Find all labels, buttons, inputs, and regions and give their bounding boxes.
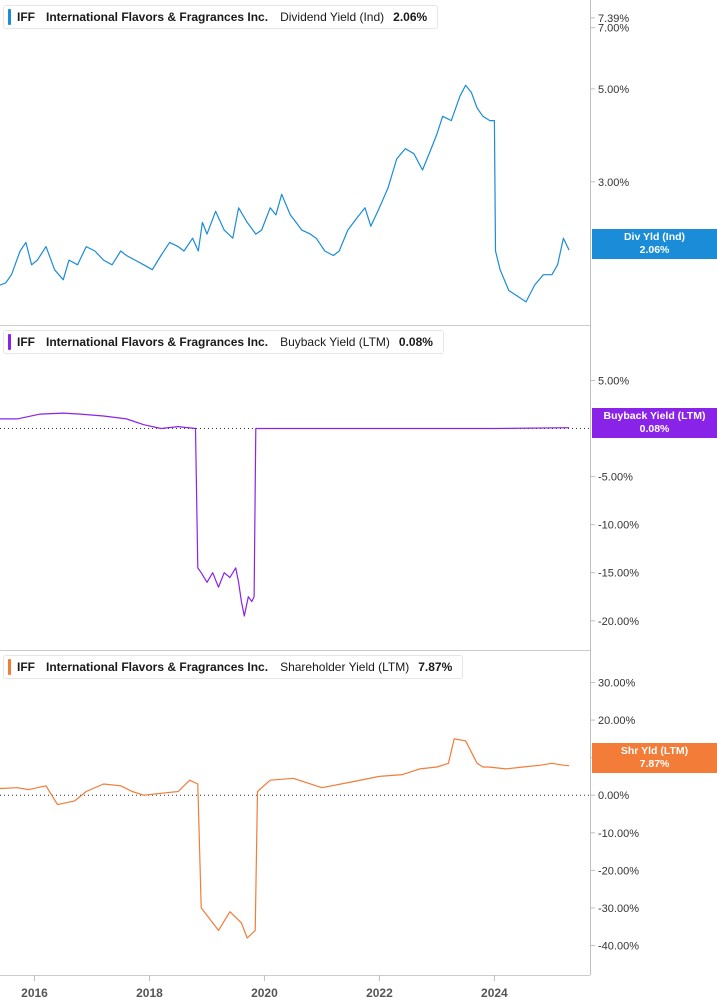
legend-value: 2.06% [393, 10, 428, 24]
shareholder-y-tick-label: -40.00% [598, 940, 639, 952]
legend-metric: Dividend Yield (Ind) [280, 10, 385, 24]
buyback-tag-label: Buyback Yield (LTM) [603, 410, 706, 422]
legend-company: International Flavors & Fragrances Inc. [46, 10, 269, 24]
legend-value: 7.87% [418, 660, 453, 674]
buyback-swatch [8, 334, 11, 350]
dividend-legend: IFF International Flavors & Fragrances I… [3, 5, 439, 29]
legend-company: International Flavors & Fragrances Inc. [46, 335, 269, 349]
shareholder-y-tick-label: -30.00% [598, 903, 639, 915]
dividend-value-tag: Div Yld (Ind) 2.06% [592, 229, 717, 259]
shareholder-series-line [0, 738, 570, 939]
legend-metric: Buyback Yield (LTM) [280, 335, 390, 349]
shareholder-legend: IFF International Flavors & Fragrances I… [3, 655, 464, 679]
x-tick-label: 2020 [251, 986, 278, 1000]
dividend-series-line [0, 84, 570, 303]
shareholder-y-tick-label: 20.00% [598, 715, 636, 727]
shareholder-y-tick-label: 30.00% [598, 678, 636, 690]
buyback-y-tick-label: -20.00% [598, 616, 639, 628]
dividend-y-tick-label: 5.00% [598, 84, 629, 96]
dividend-y-tick-label: 3.00% [598, 177, 629, 189]
buyback-value-tag: Buyback Yield (LTM) 0.08% [592, 408, 717, 438]
shareholder-y-tick-label: 0.00% [598, 790, 629, 802]
shareholder-tag-value: 7.87% [639, 758, 670, 770]
shareholder-y-tick-label: -20.00% [598, 865, 639, 877]
shareholder-y-tick-label: -10.00% [598, 828, 639, 840]
x-tick-label: 2016 [21, 986, 48, 1000]
buyback-y-tick-label: 5.00% [598, 375, 629, 387]
legend-metric: Shareholder Yield (LTM) [280, 660, 410, 674]
legend-ticker: IFF [17, 660, 35, 674]
legend-ticker: IFF [17, 10, 35, 24]
dividend-y-tick-label: 7.00% [598, 23, 629, 35]
shareholder-value-tag: Shr Yld (LTM) 7.87% [592, 743, 717, 773]
dividend-swatch [8, 9, 11, 25]
shareholder-swatch [8, 659, 11, 675]
buyback-y-tick-label: -10.00% [598, 520, 639, 532]
dividend-tag-value: 2.06% [639, 244, 670, 256]
legend-ticker: IFF [17, 335, 35, 349]
x-tick-label: 2022 [366, 986, 393, 1000]
legend-company: International Flavors & Fragrances Inc. [46, 660, 269, 674]
x-tick-label: 2018 [136, 986, 163, 1000]
buyback-legend: IFF International Flavors & Fragrances I… [3, 330, 444, 354]
buyback-series-line [0, 412, 570, 617]
buyback-tag-value: 0.08% [639, 423, 670, 435]
buyback-y-tick-label: -5.00% [598, 472, 633, 484]
shareholder-tag-label: Shr Yld (LTM) [620, 745, 689, 757]
x-tick-label: 2024 [481, 986, 508, 1000]
chart-canvas: 7.39%7.00%5.00%3.00%5.00%-5.00%-10.00%-1… [0, 0, 639, 1000]
buyback-y-tick-label: -15.00% [598, 568, 639, 580]
dividend-tag-label: Div Yld (Ind) [623, 231, 686, 243]
legend-value: 0.08% [398, 335, 433, 349]
